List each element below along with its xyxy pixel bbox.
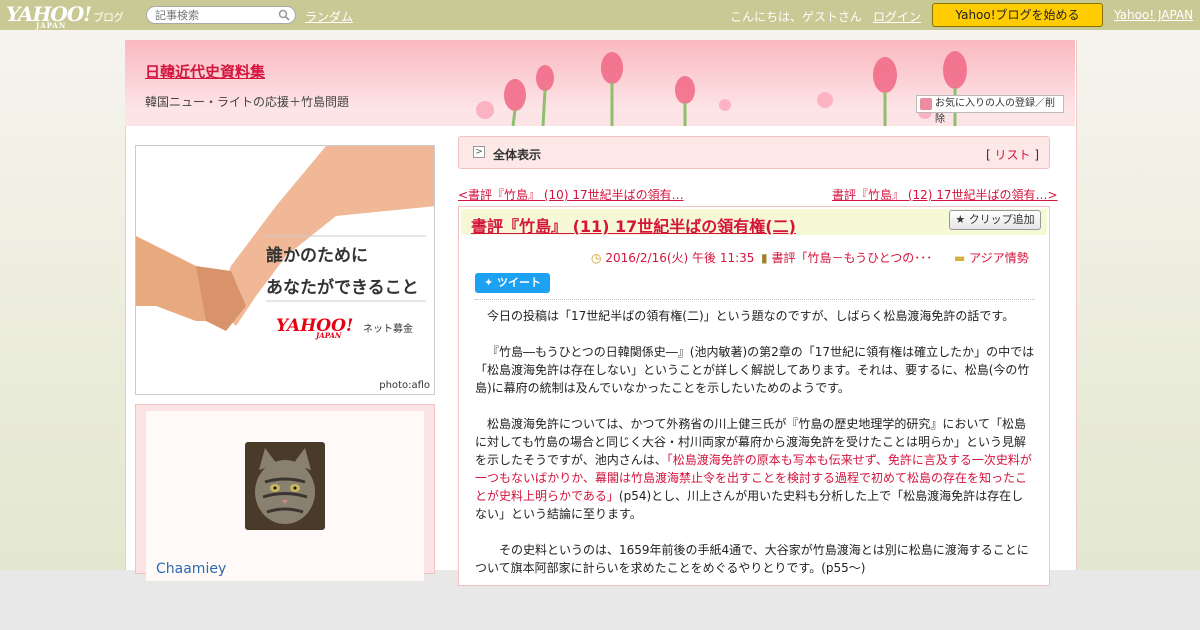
ad-line-2: あなたができること: [266, 278, 419, 298]
next-article-link[interactable]: 書評『竹島』 (12) 17世紀半ばの領有…>: [832, 186, 1058, 203]
all-view-bar: > 全体表示 [ リスト ]: [458, 136, 1050, 169]
charity-ad-banner[interactable]: 誰かのために あなたができること YAHOO! JAPAN ネット募金 photo…: [135, 145, 435, 395]
yahoo-japan-link[interactable]: Yahoo! JAPAN: [1114, 8, 1193, 22]
clock-icon: ◷: [591, 251, 602, 265]
article-search[interactable]: [146, 6, 296, 24]
article-book-category: ▮ 書評「竹島－もうひとつの･･･: [761, 251, 933, 265]
avatar[interactable]: [245, 442, 325, 530]
book-icon: ▮: [761, 251, 768, 265]
profile-username[interactable]: Chaamiey: [156, 561, 226, 577]
ad-line-1: 誰かのために: [266, 246, 368, 266]
search-icon[interactable]: [278, 9, 290, 24]
star-icon: ★: [955, 213, 966, 226]
favorite-icon: [920, 98, 932, 110]
favorite-register-button[interactable]: お気に入りの人の登録／削除: [916, 95, 1064, 125]
tulip-decoration: [476, 51, 967, 126]
ad-net-donation: ネット募金: [363, 324, 413, 335]
profile-inner: Chaamiey: [146, 411, 424, 581]
chevron-right-icon: >: [473, 146, 485, 158]
paragraph: 『竹島―もうひとつの日韓関係史―』(池内敏著)の第2章の「17世紀に領有権は確立…: [475, 345, 1035, 395]
greeting-text: こんにちは、ゲストさん: [730, 10, 863, 24]
random-link[interactable]: ランダム: [305, 8, 353, 25]
search-input[interactable]: [155, 7, 275, 23]
twitter-bird-icon: ✦: [483, 276, 494, 289]
prev-article-link[interactable]: <書評『竹島』 (10) 17世紀半ばの領有…: [458, 186, 684, 203]
article-entry: 書評『竹島』 (11) 17世紀半ばの領有権(二) ★ クリップ追加 ◷ 201…: [458, 206, 1050, 586]
list-link-wrap: [ リスト ]: [985, 148, 1039, 162]
article-title[interactable]: 書評『竹島』 (11) 17世紀半ばの領有権(二): [471, 213, 796, 237]
folder-icon: ▬: [954, 251, 966, 265]
login-link[interactable]: ログイン: [873, 8, 921, 25]
article-category: ▬ アジア情勢: [954, 251, 1029, 265]
profile-box: Chaamiey: [135, 404, 435, 581]
hands-image: [136, 146, 434, 331]
divider: [475, 299, 1035, 300]
paragraph: 今日の投稿は「17世紀半ばの領有権(二)」という題なのですが、しばらく松島渡海免…: [487, 309, 1015, 323]
article-header: 書評『竹島』 (11) 17世紀半ばの領有権(二) ★ クリップ追加: [461, 209, 1047, 237]
paragraph: 松島渡海免許については、かつて外務省の川上健三氏が『竹島の歴史地理学的研究』にお…: [475, 417, 1032, 521]
yahoo-blog-logo[interactable]: YAHOO! ブログ JAPAN: [6, 2, 124, 30]
blog-description: 韓国ニュー・ライトの応援＋竹島問題: [145, 95, 350, 109]
start-blog-button[interactable]: Yahoo!ブログを始める: [932, 3, 1103, 27]
article-body: 今日の投稿は「17世紀半ばの領有権(二)」という題なのですが、しばらく松島渡海免…: [475, 307, 1035, 585]
blog-title[interactable]: 日韓近代史資料集: [145, 61, 265, 82]
article-date: ◷ 2016/2/16(火) 午後 11:35: [591, 251, 755, 265]
paragraph: その史料というのは、1659年前後の手紙4通で、大谷家が竹島渡海とは別に松島に渡…: [475, 543, 1029, 575]
ad-photo-credit: photo:aflo: [379, 380, 430, 391]
tweet-button[interactable]: ✦ ツイート: [475, 273, 550, 293]
all-view-label[interactable]: 全体表示: [493, 146, 541, 163]
blog-header: 日韓近代史資料集 韓国ニュー・ライトの応援＋竹島問題 お気に入りの人の登録／削除: [125, 40, 1075, 126]
clip-add-button[interactable]: ★ クリップ追加: [949, 210, 1041, 230]
list-link[interactable]: リスト: [994, 148, 1030, 162]
ad-yahoo-logo: YAHOO! JAPAN: [276, 316, 354, 340]
top-bar: YAHOO!ブログ JAPAN ランダム こんにちは、ゲストさん ログイン Ya…: [0, 0, 1200, 30]
